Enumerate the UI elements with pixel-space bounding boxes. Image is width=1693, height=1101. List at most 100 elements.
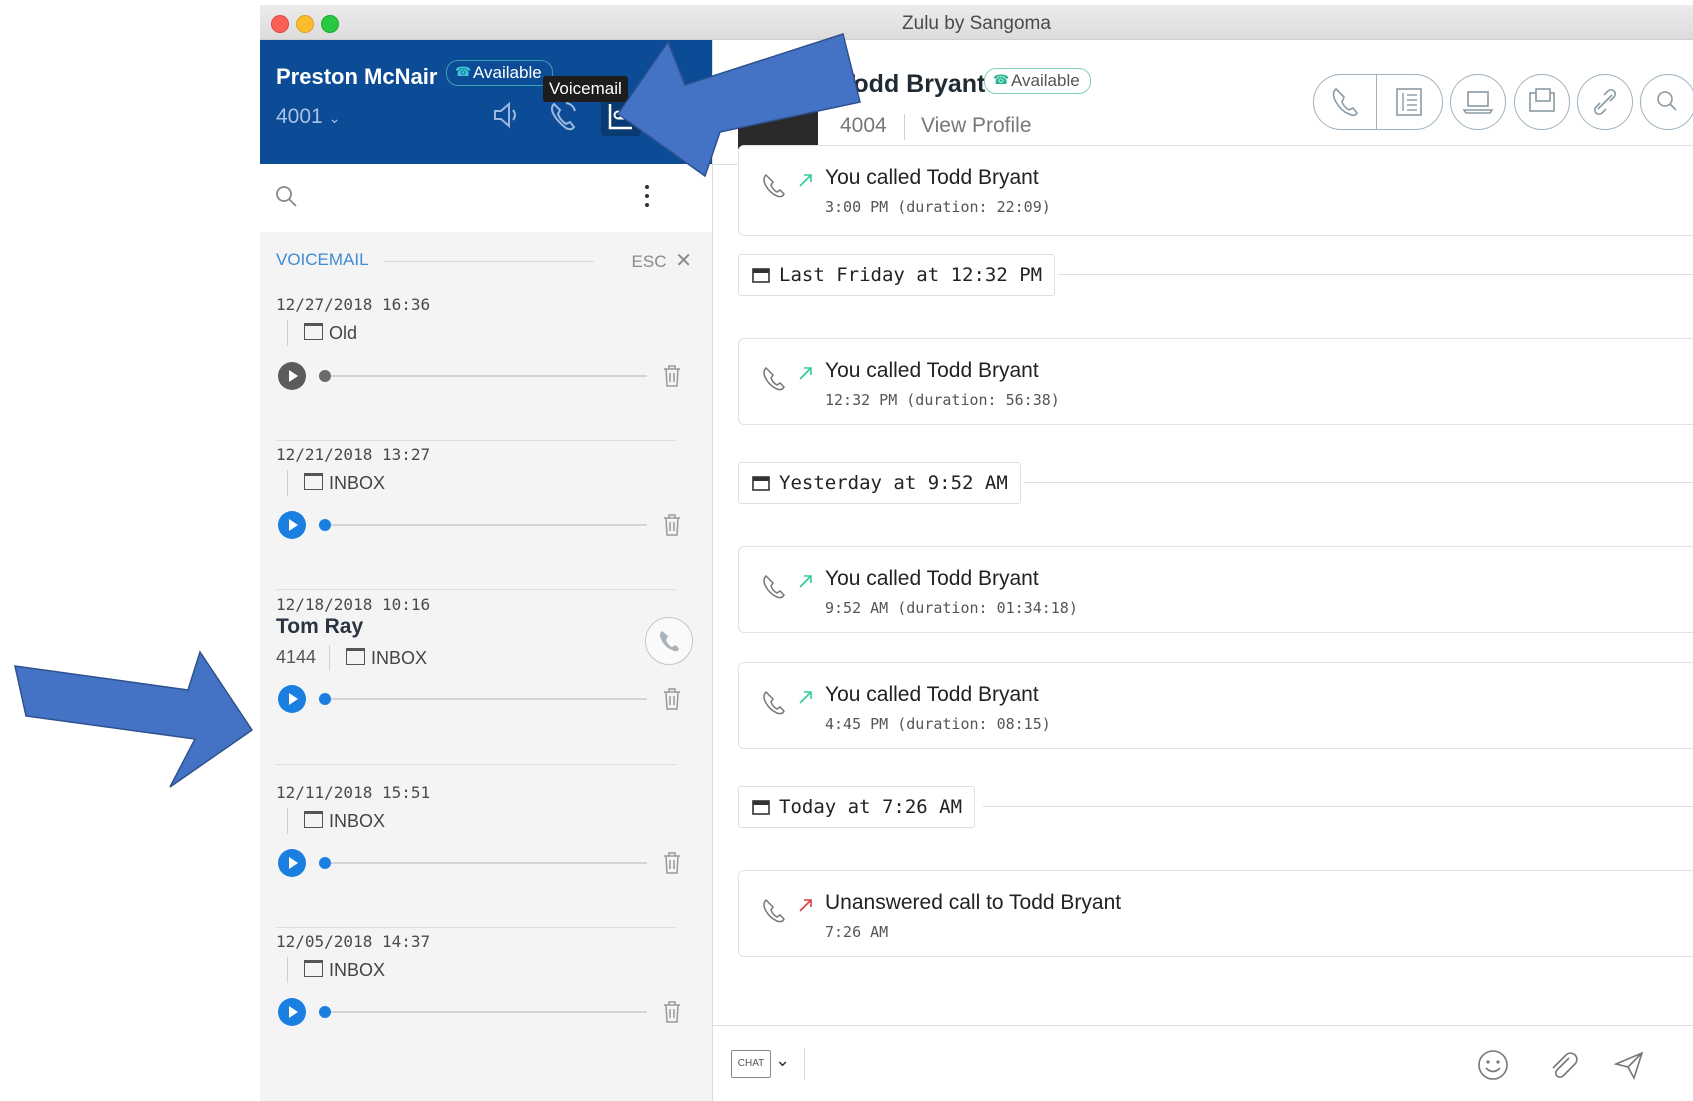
call-log-detail: 9:52 AM (duration: 01:34:18): [825, 599, 1078, 617]
play-icon: [289, 370, 298, 382]
playback-track[interactable]: [325, 524, 647, 526]
message-input[interactable]: [813, 1036, 1433, 1092]
play-icon: [289, 857, 298, 869]
search-icon[interactable]: [274, 184, 300, 210]
playback-scrubber[interactable]: [319, 370, 331, 382]
annotation-arrow-voicemail-item: [14, 650, 254, 788]
user-extension: 4001: [276, 105, 323, 128]
call-log-entry: You called Todd Bryant 9:52 AM (duration…: [738, 546, 1693, 633]
call-log-detail: 12:32 PM (duration: 56:38): [825, 391, 1060, 409]
contact-status-badge: ☎ Available: [984, 68, 1091, 94]
emoji-icon[interactable]: [1476, 1048, 1510, 1082]
play-button[interactable]: [278, 998, 306, 1026]
search-conversation-button[interactable]: [1640, 74, 1693, 130]
screen-share-button[interactable]: [1450, 74, 1506, 130]
paperclip-icon[interactable]: [1545, 1048, 1579, 1082]
playback-track[interactable]: [325, 375, 647, 377]
playback-track[interactable]: [325, 698, 647, 700]
call-back-button[interactable]: [645, 617, 693, 665]
contact-extension: 4004: [840, 114, 887, 137]
playback-scrubber[interactable]: [319, 857, 331, 869]
playback-scrubber[interactable]: [319, 693, 331, 705]
date-divider: Last Friday at 12:32 PM: [738, 254, 1693, 296]
divider: [287, 320, 288, 346]
outgoing-call-icon: [799, 691, 812, 704]
view-profile-link[interactable]: View Profile: [921, 114, 1032, 138]
chevron-down-icon: ⌄: [328, 110, 341, 126]
voicemail-item[interactable]: 12/18/2018 10:16 Tom Ray 4144 INBOX: [260, 595, 712, 785]
user-status-label: Available: [473, 63, 542, 82]
voicemail-folder: Old: [304, 323, 357, 344]
playback-track[interactable]: [325, 862, 647, 864]
playback-track[interactable]: [325, 1011, 647, 1013]
laptop-icon: [1462, 91, 1494, 114]
folder-icon: [346, 648, 365, 665]
user-status-badge[interactable]: ☎ Available: [446, 60, 553, 86]
play-button[interactable]: [278, 362, 306, 390]
voicemail-notification-dot: [633, 98, 642, 107]
date-label: Last Friday at 12:32 PM: [779, 264, 1043, 286]
outgoing-call-icon: [799, 174, 812, 187]
call-button[interactable]: [1314, 75, 1376, 129]
speaker-icon[interactable]: [489, 98, 523, 132]
play-button[interactable]: [278, 511, 306, 539]
play-button[interactable]: [278, 849, 306, 877]
esc-label: ESC: [631, 252, 667, 271]
voicemail-folder: INBOX: [304, 473, 385, 494]
folder-label: INBOX: [329, 811, 386, 831]
folder-icon: [304, 323, 323, 340]
user-header: Preston McNair ☎ Available 4001 ⌄ Voicem…: [260, 40, 712, 164]
voicemail-item[interactable]: 12/27/2018 16:36 Old: [260, 295, 712, 455]
voicemail-timestamp: 12/27/2018 16:36: [276, 295, 431, 314]
item-divider: [276, 589, 676, 590]
voicemail-timestamp: 12/05/2018 14:37: [276, 932, 431, 951]
playback-scrubber[interactable]: [319, 1006, 331, 1018]
fax-button[interactable]: [1514, 74, 1570, 130]
voicemail-item[interactable]: 12/05/2018 14:37 INBOX: [260, 932, 712, 1092]
call-toolbar-group: [1313, 74, 1443, 130]
call-forward-icon[interactable]: [546, 98, 580, 132]
more-options-button[interactable]: [642, 182, 652, 212]
play-icon: [289, 1006, 298, 1018]
close-voicemail-button[interactable]: ESC ✕: [632, 248, 692, 273]
folder-icon: [304, 473, 323, 490]
trash-icon[interactable]: [661, 687, 683, 711]
attach-link-button[interactable]: [1577, 74, 1633, 130]
voicemail-item[interactable]: 12/21/2018 13:27 INBOX: [260, 445, 712, 605]
contact-avatar[interactable]: [738, 83, 818, 149]
chat-mode-selector[interactable]: CHAT ⌄: [731, 1046, 791, 1082]
call-log-title: You called Todd Bryant: [825, 683, 1039, 706]
folder-label: INBOX: [371, 648, 428, 668]
divider: [287, 808, 288, 834]
caller-name: Tom Ray: [276, 615, 364, 638]
message-composer: CHAT ⌄: [713, 1025, 1693, 1101]
call-log-title: You called Todd Bryant: [825, 359, 1039, 382]
playback-scrubber[interactable]: [319, 519, 331, 531]
calendar-icon: [752, 476, 770, 491]
call-log-title: You called Todd Bryant: [825, 567, 1039, 590]
send-icon[interactable]: [1612, 1048, 1646, 1082]
date-label-pill: Last Friday at 12:32 PM: [738, 254, 1056, 296]
trash-icon[interactable]: [661, 364, 683, 388]
chat-mode-icon: CHAT: [731, 1050, 771, 1078]
phone-icon: [763, 366, 785, 391]
trash-icon[interactable]: [661, 851, 683, 875]
search-bar[interactable]: [260, 164, 712, 232]
app-window: Zulu by Sangoma Preston McNair ☎ Availab…: [260, 5, 1693, 1101]
left-pane: Preston McNair ☎ Available 4001 ⌄ Voicem…: [260, 40, 713, 1101]
call-log-detail: 3:00 PM (duration: 22:09): [825, 198, 1051, 216]
voicemail-item[interactable]: 12/11/2018 15:51 INBOX: [260, 783, 712, 943]
trash-icon[interactable]: [661, 1000, 683, 1024]
phone-icon: ☎: [455, 64, 472, 79]
divider: [329, 645, 330, 671]
divider: [1023, 482, 1693, 483]
title-bar: Zulu by Sangoma: [260, 5, 1693, 40]
date-divider: Yesterday at 9:52 AM: [738, 462, 1693, 504]
trash-icon[interactable]: [661, 513, 683, 537]
user-extension-selector[interactable]: 4001 ⌄: [276, 105, 340, 129]
play-button[interactable]: [278, 685, 306, 713]
voicemail-tooltip: Voicemail: [543, 76, 628, 102]
folder-icon: [304, 811, 323, 828]
phone-icon: [763, 898, 785, 923]
dialpad-button[interactable]: [1377, 75, 1441, 129]
